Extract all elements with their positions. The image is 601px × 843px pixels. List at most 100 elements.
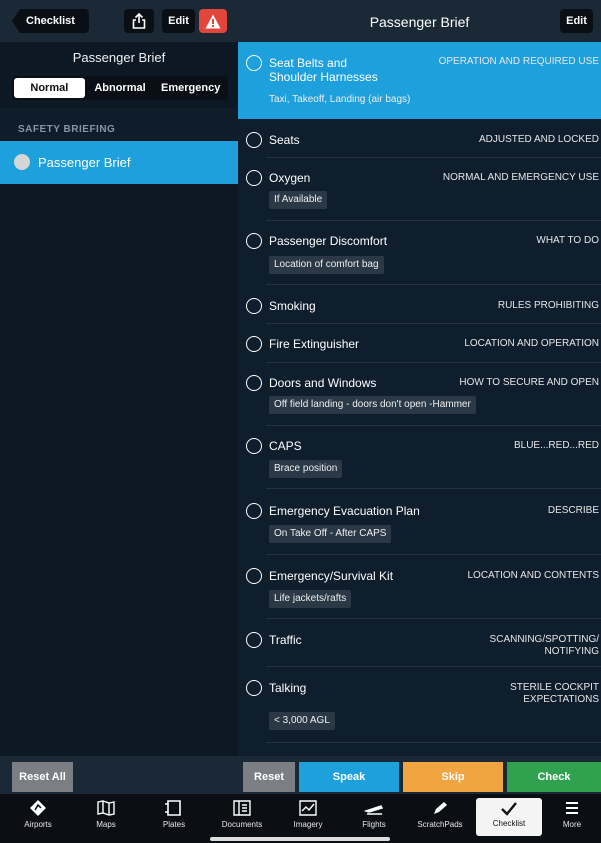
checklist-row[interactable]: Emergency Evacuation Plan DESCRIBE On Ta… bbox=[238, 489, 601, 555]
checklist-row[interactable]: Seat Belts and Shoulder Harnesses OPERAT… bbox=[238, 42, 601, 119]
plates-icon bbox=[165, 800, 181, 816]
checkbox-circle[interactable] bbox=[246, 503, 262, 519]
tab-label: Airports bbox=[24, 820, 52, 829]
detail-title: Passenger Brief bbox=[369, 14, 470, 30]
checkbox-circle[interactable] bbox=[246, 298, 262, 314]
tab-label: Flights bbox=[362, 820, 386, 829]
sidebar-edit-button[interactable]: Edit bbox=[162, 9, 195, 33]
checklist-row[interactable]: Smoking RULES PROHIBITING bbox=[238, 285, 601, 324]
tab-documents[interactable]: Documents bbox=[212, 794, 272, 843]
checkbox-circle[interactable] bbox=[246, 170, 262, 186]
item-note: If Available bbox=[269, 191, 328, 209]
scratchpads-icon bbox=[434, 802, 447, 814]
reset-all-button[interactable]: Reset All bbox=[12, 762, 73, 792]
airports-icon bbox=[30, 800, 46, 816]
item-action: STERILE COCKPIT EXPECTATIONS bbox=[510, 682, 599, 705]
tab-label: Documents bbox=[221, 820, 263, 829]
checklist-icon bbox=[501, 802, 517, 816]
checklist-row[interactable]: Fire Extinguisher LOCATION AND OPERATION bbox=[238, 324, 601, 363]
checklist-sidebar: Checklist Edit Passenger Brief Normal Ab… bbox=[0, 0, 238, 794]
maps-icon bbox=[97, 800, 115, 816]
segment-emergency[interactable]: Emergency bbox=[155, 78, 226, 98]
tab-label: Maps bbox=[96, 820, 116, 829]
item-action: RULES PROHIBITING bbox=[497, 300, 599, 311]
checkbox-circle[interactable] bbox=[246, 680, 262, 696]
checkbox-circle[interactable] bbox=[246, 632, 262, 648]
item-action: WHAT TO DO bbox=[536, 235, 599, 246]
checkbox-circle[interactable] bbox=[246, 375, 262, 391]
checklist-row[interactable]: Oxygen NORMAL AND EMERGENCY USE If Avail… bbox=[238, 158, 601, 221]
share-icon bbox=[132, 12, 146, 29]
item-label: Smoking bbox=[269, 299, 316, 313]
item-note: Life jackets/rafts bbox=[269, 590, 352, 608]
segment-abnormal[interactable]: Abnormal bbox=[85, 78, 156, 98]
checklist-row[interactable]: Traffic SCANNING/SPOTTING/ NOTIFYING bbox=[238, 619, 601, 667]
checkbox-circle[interactable] bbox=[246, 55, 262, 71]
item-note: < 3,000 AGL bbox=[269, 712, 335, 730]
item-action: HOW TO SECURE AND OPEN bbox=[459, 377, 599, 388]
tab-label: ScratchPads bbox=[417, 820, 463, 829]
tab-label: Plates bbox=[162, 820, 186, 829]
item-label: Doors and Windows bbox=[269, 376, 377, 390]
tab-label: Checklist bbox=[492, 819, 526, 828]
section-label: SAFETY BRIEFING bbox=[18, 124, 116, 135]
home-indicator bbox=[210, 837, 390, 841]
item-action: SCANNING/SPOTTING/ NOTIFYING bbox=[489, 634, 599, 657]
item-label: Talking bbox=[269, 681, 307, 695]
item-note: On Take Off - After CAPS bbox=[269, 525, 392, 543]
status-dot bbox=[14, 154, 30, 170]
reset-button[interactable]: Reset bbox=[243, 762, 295, 792]
item-label: Seat Belts and Shoulder Harnesses bbox=[269, 56, 378, 84]
item-action: LOCATION AND CONTENTS bbox=[467, 570, 600, 581]
item-label: Seats bbox=[269, 133, 300, 147]
share-button[interactable] bbox=[124, 9, 154, 33]
sidebar-item-passenger-brief[interactable]: Passenger Brief bbox=[0, 141, 238, 184]
item-label: Traffic bbox=[269, 633, 302, 647]
tab-imagery[interactable]: Imagery bbox=[278, 794, 338, 843]
checklist-row[interactable]: Passenger Discomfort WHAT TO DO Location… bbox=[238, 221, 601, 285]
item-note: Off field landing - doors don't open -Ha… bbox=[269, 396, 476, 414]
tab-flights[interactable]: Flights bbox=[344, 794, 404, 843]
tab-more[interactable]: More bbox=[546, 794, 598, 843]
checklist-row[interactable]: Doors and Windows HOW TO SECURE AND OPEN… bbox=[238, 363, 601, 426]
flights-icon bbox=[364, 805, 384, 815]
item-action: NORMAL AND EMERGENCY USE bbox=[442, 172, 599, 183]
tab-scratchpads[interactable]: ScratchPads bbox=[408, 794, 472, 843]
item-label: CAPS bbox=[269, 439, 302, 453]
segment-normal[interactable]: Normal bbox=[14, 78, 85, 98]
checkbox-circle[interactable] bbox=[246, 438, 262, 454]
row-divider bbox=[266, 742, 601, 743]
checklist-row[interactable]: Emergency/Survival Kit LOCATION AND CONT… bbox=[238, 555, 601, 619]
tab-checklist[interactable]: Checklist bbox=[476, 798, 542, 836]
item-label: Emergency/Survival Kit bbox=[269, 569, 394, 583]
checkbox-circle[interactable] bbox=[246, 336, 262, 352]
checkbox-circle[interactable] bbox=[246, 233, 262, 249]
item-action: BLUE...RED...RED bbox=[513, 440, 599, 451]
skip-button[interactable]: Skip bbox=[403, 762, 503, 792]
item-action: LOCATION AND OPERATION bbox=[464, 338, 599, 349]
tab-plates[interactable]: Plates bbox=[144, 794, 204, 843]
check-button[interactable]: Check bbox=[507, 762, 601, 792]
sidebar-title: Passenger Brief bbox=[72, 50, 166, 65]
item-label: Passenger Discomfort bbox=[269, 234, 388, 248]
item-label: Fire Extinguisher bbox=[269, 337, 360, 351]
checklist-row[interactable]: Seats ADJUSTED AND LOCKED bbox=[238, 119, 601, 158]
checkbox-circle[interactable] bbox=[246, 568, 262, 584]
checklist-row[interactable]: Talking STERILE COCKPIT EXPECTATIONS < 3… bbox=[238, 667, 601, 743]
back-button[interactable]: Checklist bbox=[12, 9, 89, 33]
more-icon bbox=[566, 802, 578, 814]
tab-label: Imagery bbox=[293, 820, 323, 829]
tab-airports[interactable]: Airports bbox=[8, 794, 68, 843]
detail-edit-button[interactable]: Edit bbox=[560, 9, 593, 33]
speak-button[interactable]: Speak bbox=[299, 762, 399, 792]
item-label: Emergency Evacuation Plan bbox=[269, 504, 420, 518]
checkbox-circle[interactable] bbox=[246, 132, 262, 148]
item-note: Brace position bbox=[269, 460, 343, 478]
tab-maps[interactable]: Maps bbox=[76, 794, 136, 843]
checklist-type-segmented: Normal Abnormal Emergency bbox=[12, 76, 228, 100]
tab-label: More bbox=[562, 820, 582, 829]
item-label: Oxygen bbox=[269, 171, 311, 185]
item-action: OPERATION AND REQUIRED USE bbox=[438, 56, 599, 67]
emergency-button[interactable] bbox=[199, 9, 227, 33]
checklist-row[interactable]: CAPS BLUE...RED...RED Brace position bbox=[238, 426, 601, 489]
